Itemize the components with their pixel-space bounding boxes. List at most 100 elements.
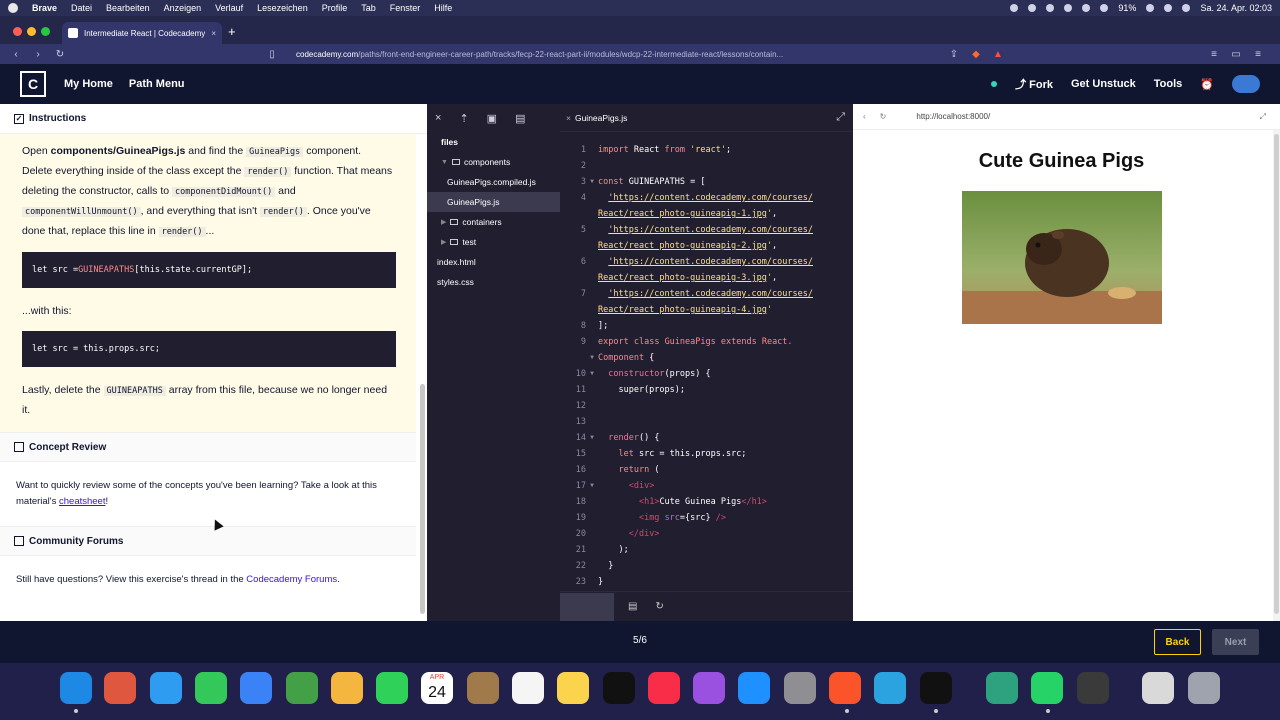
contacts-icon[interactable] (467, 672, 499, 704)
search-icon[interactable] (1164, 4, 1173, 12)
code-line[interactable]: ▼ Component { (560, 350, 853, 366)
menu-item[interactable]: Profile (322, 3, 348, 13)
terminal-icon[interactable] (920, 672, 952, 704)
nav-my-home[interactable]: My Home (64, 78, 113, 90)
menu-item[interactable]: Fenster (390, 3, 421, 13)
finder-icon[interactable] (60, 672, 92, 704)
code-line[interactable]: 16 return ( (560, 462, 853, 478)
close-window-icon[interactable] (13, 27, 22, 36)
code-line[interactable]: 5 'https://content.codecademy.com/course… (560, 222, 853, 238)
status-icon[interactable] (1028, 4, 1037, 12)
editor-tab-filename[interactable]: GuineaPigs.js (575, 113, 627, 123)
fold-chevron-icon[interactable]: ▼ (586, 478, 598, 494)
reminders-icon[interactable] (512, 672, 544, 704)
code-line[interactable]: 14 ▼ render() { (560, 430, 853, 446)
upload-icon[interactable]: ⇡ (459, 112, 468, 125)
menu-item[interactable]: Lesezeichen (257, 3, 308, 13)
bluetooth-icon[interactable] (1100, 4, 1109, 12)
code-line[interactable]: 7 'https://content.codecademy.com/course… (560, 286, 853, 302)
menubar-clock[interactable]: Sa. 24. Apr. 02:03 (1200, 3, 1272, 13)
alarm-clock-icon[interactable]: ⏰ (1200, 78, 1214, 91)
progress-indicator[interactable]: 5/6 (0, 635, 1280, 646)
menu-icon[interactable]: ≡ (1250, 49, 1266, 60)
code-line[interactable]: React/react_photo-guineapig-4.jpg' (560, 302, 853, 318)
obs-icon[interactable] (1077, 672, 1109, 704)
minimize-window-icon[interactable] (27, 27, 36, 36)
wifi-icon[interactable] (1146, 4, 1155, 12)
close-icon[interactable]: × (435, 112, 441, 124)
telegram-icon[interactable] (874, 672, 906, 704)
code-line[interactable]: React/react_photo-guineapig-2.jpg', (560, 238, 853, 254)
system-preferences-icon[interactable] (784, 672, 816, 704)
code-line[interactable]: 6 'https://content.codecademy.com/course… (560, 254, 853, 270)
code-line[interactable]: 12 (560, 398, 853, 414)
concept-review-header[interactable]: Concept Review (0, 432, 416, 462)
code-line[interactable]: 19 <img src={src} /> (560, 510, 853, 526)
user-avatar[interactable] (1232, 75, 1260, 93)
code-line[interactable]: 8]; (560, 318, 853, 334)
code-line[interactable]: 20 </div> (560, 526, 853, 542)
menu-item[interactable]: Anzeigen (164, 3, 202, 13)
tools-button[interactable]: Tools (1154, 78, 1183, 90)
apple-icon[interactable] (8, 3, 18, 13)
code-line[interactable]: 17 ▼ <div> (560, 478, 853, 494)
expand-icon[interactable]: ⤢ (836, 111, 845, 124)
status-icon[interactable] (1010, 4, 1019, 12)
new-folder-icon[interactable]: ▤ (515, 112, 525, 125)
photos-icon[interactable] (331, 672, 363, 704)
menu-item[interactable]: Tab (361, 3, 376, 13)
community-forums-header[interactable]: Community Forums (0, 526, 416, 556)
code-line[interactable]: 4 'https://content.codecademy.com/course… (560, 190, 853, 206)
code-lines[interactable]: 1 import React from 'react'; 2 3 ▼ const GUIN… (560, 132, 853, 590)
fold-chevron-icon[interactable]: ▼ (586, 350, 598, 366)
code-line[interactable]: 1 import React from 'react'; (560, 142, 853, 158)
code-line[interactable]: 2 (560, 158, 853, 174)
expand-icon[interactable]: ⤢ (1260, 112, 1266, 122)
back-button[interactable]: Back (1154, 629, 1201, 655)
reset-icon[interactable]: ↻ (655, 601, 663, 612)
fold-chevron-icon[interactable]: ▼ (586, 174, 598, 190)
fold-chevron-icon[interactable]: ▼ (586, 430, 598, 446)
messages-icon[interactable] (195, 672, 227, 704)
brave-browser-icon[interactable] (829, 672, 861, 704)
tree-file-selected[interactable]: GuineaPigs.js (427, 192, 560, 212)
fold-chevron-icon[interactable]: ▼ (586, 366, 598, 382)
share-icon[interactable]: ⇪ (946, 49, 962, 60)
code-line[interactable]: React/react_photo-guineapig-3.jpg', (560, 270, 853, 286)
brave-rewards-icon[interactable]: ▲ (990, 49, 1006, 60)
menu-item[interactable]: Bearbeiten (106, 3, 150, 13)
code-line[interactable]: 23} (560, 574, 853, 590)
tree-folder-test[interactable]: ▶ test (427, 232, 560, 252)
safari-icon[interactable] (150, 672, 182, 704)
instructions-header[interactable]: ✓ Instructions (0, 104, 427, 134)
code-line[interactable]: 18 <h1>Cute Guinea Pigs</h1> (560, 494, 853, 510)
code-line[interactable]: 13 (560, 414, 853, 430)
wallet-icon[interactable]: ▭ (1228, 49, 1244, 60)
copy-icon[interactable]: ▤ (628, 601, 637, 612)
get-unstuck-button[interactable]: Get Unstuck (1071, 78, 1136, 90)
tree-file[interactable]: GuineaPigs.compiled.js (427, 172, 560, 192)
tree-root[interactable]: files (427, 132, 560, 152)
podcasts-icon[interactable] (693, 672, 725, 704)
tree-file[interactable]: styles.css (427, 272, 560, 292)
code-line[interactable]: 10 ▼ constructor(props) { (560, 366, 853, 382)
menu-item[interactable]: Verlauf (215, 3, 243, 13)
menu-item[interactable]: Hilfe (434, 3, 452, 13)
apple-tv-icon[interactable] (603, 672, 635, 704)
zoom-window-icon[interactable] (41, 27, 50, 36)
reading-list-icon[interactable]: ≡ (1206, 49, 1222, 60)
app-store-icon[interactable] (738, 672, 770, 704)
code-line[interactable]: 11 super(props); (560, 382, 853, 398)
status-icon[interactable] (1064, 4, 1073, 12)
launchpad-icon[interactable] (104, 672, 136, 704)
browser-tab[interactable]: Intermediate React | Codecademy × (62, 22, 222, 44)
codecademy-logo[interactable]: C (20, 71, 46, 97)
code-line[interactable]: 15 let src = this.props.src; (560, 446, 853, 462)
reload-icon[interactable]: ↻ (880, 112, 887, 121)
preview-url[interactable]: http://localhost:8000/ (916, 112, 990, 121)
code-editor[interactable]: × GuineaPigs.js ⤢ 1 import React from 're… (560, 104, 853, 621)
downloads-folder-icon[interactable] (1142, 672, 1174, 704)
maps-icon[interactable] (286, 672, 318, 704)
nav-path-menu[interactable]: Path Menu (129, 78, 185, 90)
whatsapp-icon[interactable] (1031, 672, 1063, 704)
